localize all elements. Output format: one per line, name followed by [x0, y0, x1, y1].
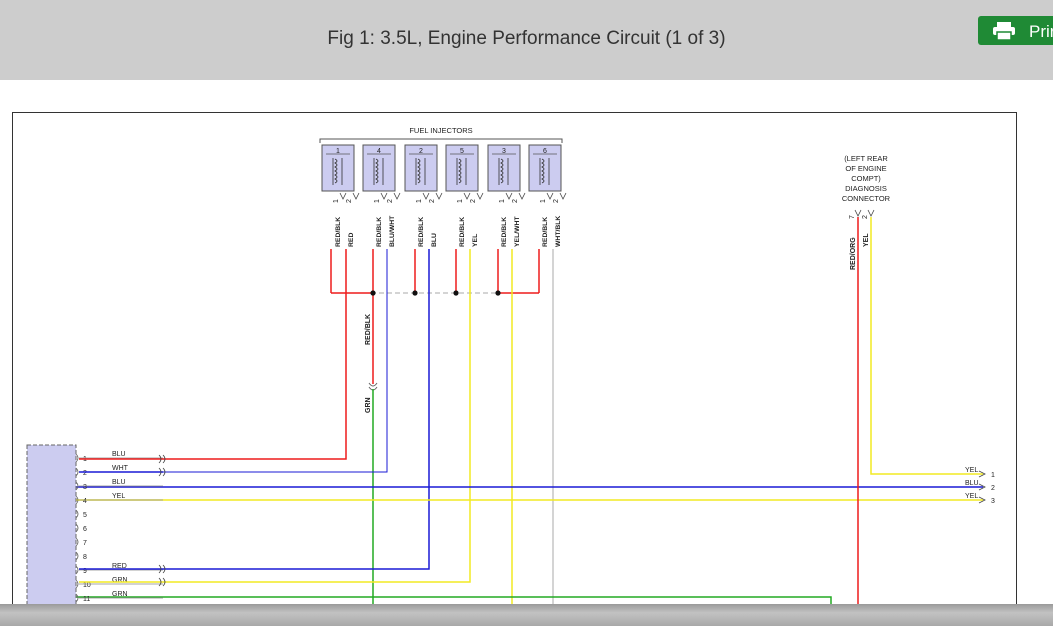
pin-arrow	[505, 192, 526, 200]
injector-wire-2: YEL/WHT	[514, 216, 521, 247]
fuel-injector: 4 1 2 RED/BLK BLU/WHT	[362, 144, 401, 247]
fuel-injector: 5 1 2 RED/BLK YEL	[445, 144, 484, 247]
injector-pin-1: 1	[374, 199, 381, 203]
injector-pin-2: 2	[512, 199, 519, 203]
diag-connector-line-4: DIAGNOSIS	[845, 184, 887, 193]
fuel-injector: 2 1 2 RED/BLK BLU	[404, 144, 443, 247]
ecm-pin-color: YEL	[112, 493, 125, 500]
injector-pin-1: 1	[333, 199, 340, 203]
injector-number: 4	[377, 148, 381, 155]
diag-wire-b: YEL	[863, 233, 870, 247]
injector-wire-2: WHT/BLK	[555, 216, 562, 247]
ecm-pin-number: 5	[83, 512, 87, 519]
splice-dot	[453, 290, 459, 296]
right-terminal-color: YEL	[965, 493, 978, 500]
injector-wire-1: RED/BLK	[501, 217, 508, 247]
right-terminal-number: 3	[991, 498, 995, 505]
injector-pin-1: 1	[457, 199, 464, 203]
fuel-injector: 1 1 2 RED/BLK RED	[321, 144, 360, 247]
injector-pin-1: 1	[499, 199, 506, 203]
fuel-injector: 3 1 2 RED/BLK YEL/WHT	[487, 144, 526, 247]
injector-number: 2	[419, 148, 423, 155]
injector-wire-1: RED/BLK	[418, 217, 425, 247]
diag-connector-line-3: COMPT)	[851, 174, 881, 183]
diag-wire-a: RED/ORG	[850, 237, 857, 270]
injector-number: 1	[336, 148, 340, 155]
ecm-pin-number: 8	[83, 554, 87, 561]
injector-number: 3	[502, 148, 506, 155]
splice-dot	[370, 290, 376, 296]
ecm-pin-group: 1BLU2WHT3BLU4YEL56789RED10GRN11GRN12RED	[75, 451, 166, 611]
injector-wire-2: BLU	[431, 233, 438, 247]
injector-wire-1: RED/BLK	[376, 217, 383, 247]
page-title: Fig 1: 3.5L, Engine Performance Circuit …	[327, 28, 726, 49]
injector-wire-2: YEL	[472, 234, 479, 247]
right-terminal-number: 2	[991, 485, 995, 492]
ecm-pin-number: 4	[83, 498, 87, 505]
diag-connector-line-1: (LEFT REAR	[844, 154, 888, 163]
pin-arrow	[339, 192, 360, 200]
injector-number: 5	[460, 148, 464, 155]
ecm-pin-number: 11	[83, 596, 90, 603]
diag-pin-b: 2	[862, 215, 869, 219]
pin-arrow	[380, 192, 401, 200]
fuel-injectors-title: FUEL INJECTORS	[409, 126, 472, 135]
injector-pin-2: 2	[346, 199, 353, 203]
print-button-label: Prir	[1029, 22, 1053, 41]
injector-pin-1: 1	[540, 199, 547, 203]
fuel-injector: 6 1 2 RED/BLK WHT/BLK	[528, 144, 567, 247]
right-terminal-number: 1	[991, 472, 995, 479]
ecm-pin-color: WHT	[112, 465, 129, 472]
injector-pin-2: 2	[387, 199, 394, 203]
injector-number: 6	[543, 148, 547, 155]
injector-wire-2: BLU/WHT	[389, 215, 396, 247]
pin-arrow	[422, 192, 443, 200]
header-bar: Fig 1: 3.5L, Engine Performance Circuit …	[0, 0, 1053, 80]
injector-pin-2: 2	[553, 199, 560, 203]
printer-icon	[993, 22, 1015, 40]
ecm-pin-color: GRN	[112, 577, 128, 584]
ecm-pin-number: 3	[83, 484, 87, 491]
right-terminal-color: YEL	[965, 467, 978, 474]
supply-wire-label-grn: GRN	[365, 397, 372, 413]
injector-pin-2: 2	[429, 199, 436, 203]
pin-arrow	[463, 192, 484, 200]
injector-wire-1: RED/BLK	[542, 217, 549, 247]
injector-wire-1: RED/BLK	[335, 217, 342, 247]
bottom-scrollbar[interactable]	[0, 604, 1053, 626]
injector-wire-1: RED/BLK	[459, 217, 466, 247]
ecm-box	[26, 444, 77, 611]
ecm-pin-number: 7	[83, 540, 87, 547]
splice-dot	[495, 290, 501, 296]
ecm-pin-color: BLU	[112, 479, 126, 486]
injector-wire-2: RED	[348, 233, 355, 247]
ecm-pin-number: 2	[83, 470, 87, 477]
diag-pin-a: 7	[849, 215, 856, 219]
wiring-diagram-svg: FUEL INJECTORS 11 2RED/BLK RED41 2RED/BLK BL…	[26, 126, 995, 611]
pin-arrow	[546, 192, 567, 200]
diag-connector-line-5: CONNECTOR	[842, 194, 891, 203]
right-terminal-color: BLU	[965, 480, 979, 487]
diag-connector-line-2: OF ENGINE	[845, 164, 886, 173]
injector-group: 1 1 2 RED/BLK RED 4 1 2 RED/BLK BLU/WHT 2 1 2 RED/BLK…	[321, 144, 567, 247]
ecm-pin-color: GRN	[112, 591, 128, 598]
injector-pin-2: 2	[470, 199, 477, 203]
print-button[interactable]: Prir	[978, 16, 1053, 45]
ecm-pin-number: 10	[83, 582, 91, 589]
ecm-pin-color: BLU	[112, 451, 126, 458]
supply-wire-label: RED/BLK	[365, 314, 372, 345]
splice-dot	[412, 290, 418, 296]
injector-pin-1: 1	[416, 199, 423, 203]
wiring-diagram: FUEL INJECTORS 1 1 2 RED/BLK RED 4 1 2 RED/BLK BL…	[12, 112, 1017, 612]
ecm-pin-number: 6	[83, 526, 87, 533]
